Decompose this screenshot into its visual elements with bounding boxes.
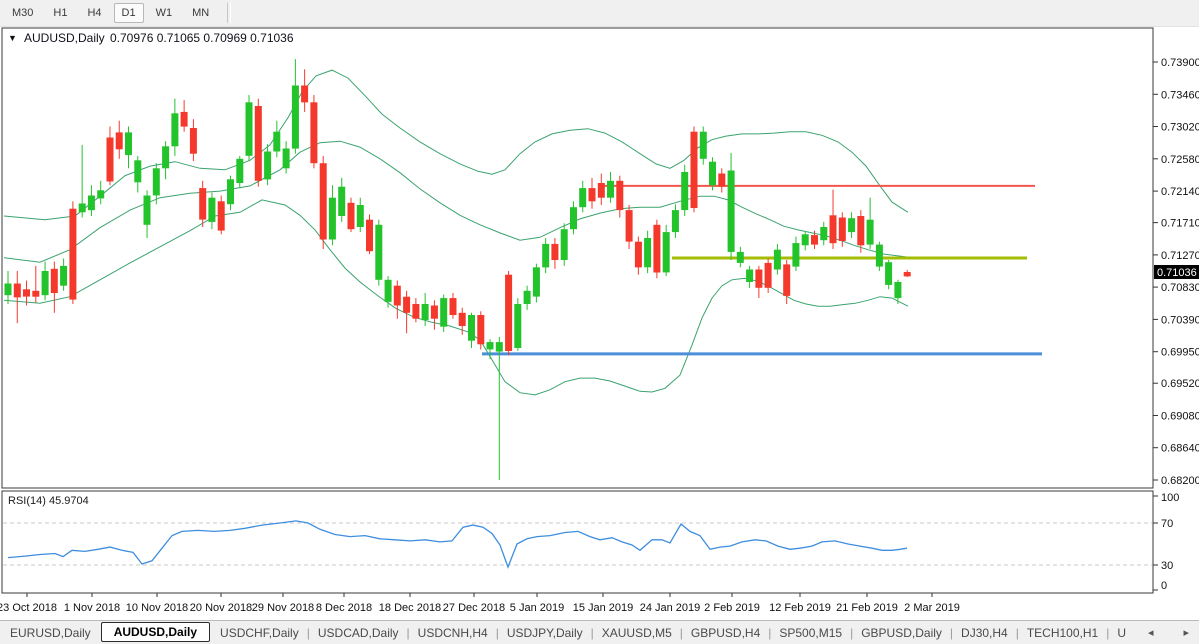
date-tick-label: 29 Nov 2018 — [252, 602, 314, 614]
date-tick-label: 20 Nov 2018 — [190, 602, 252, 614]
symbol-tab-bar: EURUSD,DailyAUDUSD,DailyUSDCHF,Daily|USD… — [0, 620, 1199, 644]
trading-terminal: M30H1H4D1W1MN ▼ AUDUSD,Daily 0.70976 0.7… — [0, 0, 1199, 644]
price-tick-label: 0.72580 — [1161, 154, 1199, 166]
price-tick-label: 0.69080 — [1161, 411, 1199, 423]
main-chart-panel[interactable]: ▼ AUDUSD,Daily 0.70976 0.71065 0.70969 0… — [2, 28, 1153, 488]
current-price-box: 0.71036 — [1154, 265, 1199, 279]
tab-tech100-h1[interactable]: TECH100,H1 — [1017, 624, 1108, 642]
tab-usdjpy-daily[interactable]: USDJPY,Daily — [497, 624, 593, 642]
date-scale[interactable]: 23 Oct 2018 1 Nov 2018 10 Nov 201820 Nov 2… — [0, 593, 960, 614]
symbol-dropdown-icon: ▼ — [8, 33, 17, 43]
ohlc-values: 0.70976 0.71065 0.70969 0.71036 — [110, 31, 294, 45]
symbol-title: AUDUSD,Daily — [24, 31, 105, 45]
date-tick-label: 8 Dec 2018 — [316, 602, 372, 614]
price-tick-label: 0.73020 — [1161, 122, 1199, 134]
rsi-label: RSI(14) 45.9704 — [8, 495, 89, 507]
price-tick-label: 0.72140 — [1161, 186, 1199, 198]
tab-sp500-m15[interactable]: SP500,M15 — [769, 624, 852, 642]
date-tick-label: 27 Dec 2018 — [443, 602, 505, 614]
tab-dj30-h4[interactable]: DJ30,H4 — [951, 624, 1018, 642]
chart-title: ▼ AUDUSD,Daily 0.70976 0.71065 0.70969 0… — [8, 31, 294, 45]
date-tick-label: 10 Nov 2018 — [126, 602, 188, 614]
tab-usdchf-daily[interactable]: USDCHF,Daily — [210, 624, 309, 642]
price-tick-label: 0.71710 — [1161, 218, 1199, 230]
price-tick-label: 0.73900 — [1161, 57, 1199, 69]
date-tick-label: 2 Feb 2019 — [704, 602, 760, 614]
rsi-tick-label: 0 — [1161, 580, 1167, 592]
price-tick-label: 0.70390 — [1161, 314, 1199, 326]
tab-scroll-arrows: ◂▸ — [1148, 626, 1199, 639]
tab-eurusd-daily[interactable]: EURUSD,Daily — [0, 624, 101, 642]
tab-gbpusd-h4[interactable]: GBPUSD,H4 — [681, 624, 770, 642]
date-tick-label: 2 Mar 2019 — [904, 602, 960, 614]
rsi-panel[interactable]: RSI(14) 45.9704 — [2, 491, 1153, 593]
date-tick-label: 21 Feb 2019 — [836, 602, 898, 614]
tab-xauusd-m5[interactable]: XAUUSD,M5 — [592, 624, 682, 642]
date-tick-label: 1 Nov 2018 — [64, 602, 120, 614]
date-tick-label: 18 Dec 2018 — [379, 602, 441, 614]
price-tick-label: 0.68200 — [1161, 475, 1199, 487]
date-tick-label: 5 Jan 2019 — [510, 602, 564, 614]
date-tick-label: 15 Jan 2019 — [573, 602, 634, 614]
tab-audusd-daily[interactable]: AUDUSD,Daily — [101, 622, 210, 642]
rsi-tick-label: 70 — [1161, 518, 1173, 530]
rsi-tick-label: 100 — [1161, 492, 1179, 504]
chart-canvas[interactable]: ▼ AUDUSD,Daily 0.70976 0.71065 0.70969 0… — [0, 0, 1199, 644]
date-tick-label: 12 Feb 2019 — [769, 602, 831, 614]
rsi-scale[interactable]: 100 70 30 0 — [1153, 492, 1179, 592]
scroll-right-icon[interactable]: ▸ — [1183, 626, 1189, 639]
date-tick-label: 24 Jan 2019 — [640, 602, 701, 614]
price-tick-label: 0.69520 — [1161, 378, 1199, 390]
scroll-left-icon[interactable]: ◂ — [1148, 626, 1154, 639]
current-price-label: 0.71036 — [1157, 267, 1197, 279]
tab-usdcad-daily[interactable]: USDCAD,Daily — [308, 624, 409, 642]
price-tick-label: 0.73460 — [1161, 89, 1199, 101]
tab-usdcnh-h4[interactable]: USDCNH,H4 — [408, 624, 498, 642]
date-tick-label: 23 Oct 2018 — [0, 602, 57, 614]
tab-u[interactable]: U — [1107, 624, 1136, 642]
price-tick-label: 0.70830 — [1161, 282, 1199, 294]
price-tick-label: 0.71270 — [1161, 250, 1199, 262]
price-tick-label: 0.69950 — [1161, 347, 1199, 359]
price-tick-label: 0.68640 — [1161, 443, 1199, 455]
tab-gbpusd-daily[interactable]: GBPUSD,Daily — [851, 624, 952, 642]
rsi-tick-label: 30 — [1161, 560, 1173, 572]
